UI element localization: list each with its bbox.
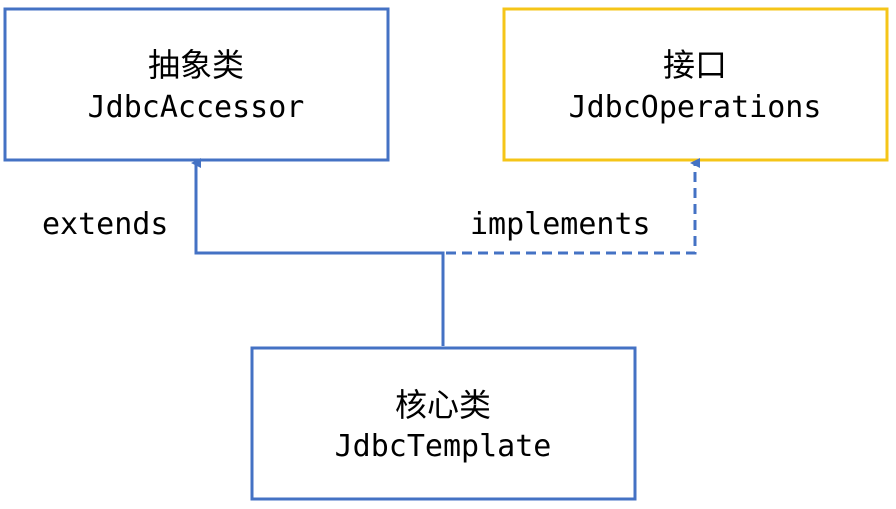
core-class-name: JdbcTemplate	[335, 429, 552, 464]
interface-title: 接口	[663, 46, 727, 84]
abstract-class-node: 抽象类 JdbcAccessor	[3, 7, 390, 162]
core-class-title: 核心类	[395, 386, 491, 424]
core-class-node: 核心类 JdbcTemplate	[250, 346, 637, 501]
abstract-class-name: JdbcAccessor	[88, 90, 305, 125]
class-diagram: 抽象类 JdbcAccessor 接口 JdbcOperations 核心类 J…	[3, 7, 889, 501]
implements-label: implements	[470, 207, 651, 242]
implements-connector	[441, 158, 700, 346]
interface-node: 接口 JdbcOperations	[502, 7, 889, 162]
abstract-class-title: 抽象类	[148, 46, 244, 84]
extends-label: extends	[42, 207, 168, 242]
interface-box	[502, 7, 889, 162]
abstract-class-box	[3, 7, 390, 162]
interface-name: JdbcOperations	[569, 90, 822, 125]
extends-connector	[191, 158, 445, 346]
